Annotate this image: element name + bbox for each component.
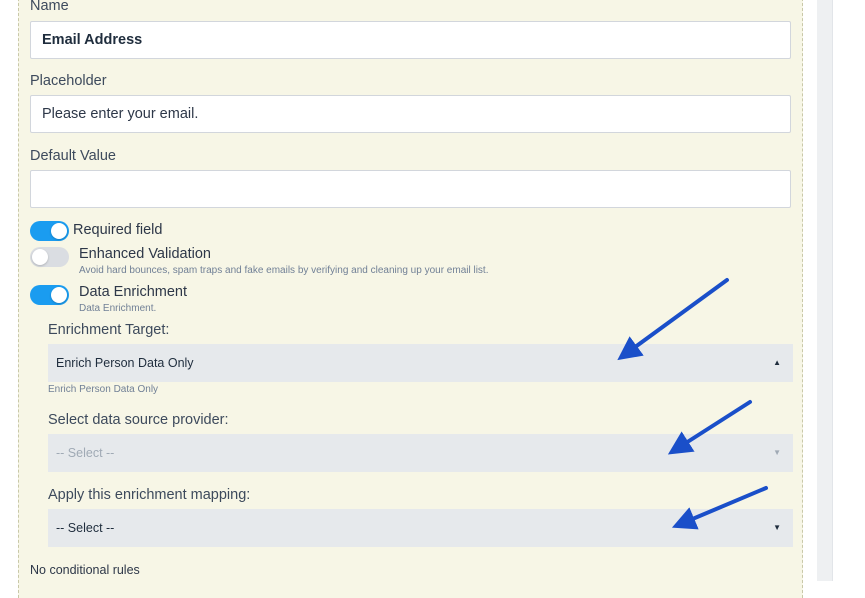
data-enrichment-label: Data Enrichment bbox=[79, 284, 187, 300]
placeholder-input[interactable] bbox=[30, 95, 791, 133]
data-enrichment-help: Data Enrichment. bbox=[79, 303, 157, 314]
enrichment-target-help: Enrich Person Data Only bbox=[48, 384, 159, 395]
enrichment-target-value: Enrich Person Data Only bbox=[56, 356, 194, 370]
enrichment-target-select[interactable]: Enrich Person Data Only ▲ bbox=[48, 344, 793, 382]
caret-down-icon: ▼ bbox=[773, 523, 781, 532]
provider-label: Select data source provider: bbox=[48, 412, 229, 428]
placeholder-label: Placeholder bbox=[30, 73, 107, 89]
enrichment-target-label: Enrichment Target: bbox=[48, 322, 170, 338]
data-enrichment-toggle[interactable] bbox=[30, 285, 69, 305]
enhanced-validation-toggle[interactable] bbox=[30, 247, 69, 267]
mapping-label: Apply this enrichment mapping: bbox=[48, 487, 251, 503]
provider-select[interactable]: -- Select -- ▼ bbox=[48, 434, 793, 472]
provider-value: -- Select -- bbox=[56, 446, 115, 460]
toggle-knob bbox=[51, 287, 67, 303]
caret-down-icon: ▼ bbox=[773, 448, 781, 457]
toggle-knob bbox=[51, 223, 67, 239]
default-value-label: Default Value bbox=[30, 148, 116, 164]
enhanced-validation-help: Avoid hard bounces, spam traps and fake … bbox=[79, 265, 489, 276]
toggle-knob bbox=[32, 249, 48, 265]
required-field-toggle[interactable] bbox=[30, 221, 69, 241]
name-label: Name bbox=[30, 0, 69, 14]
required-field-label: Required field bbox=[73, 222, 163, 238]
name-input[interactable] bbox=[30, 21, 791, 59]
mapping-value: -- Select -- bbox=[56, 521, 115, 535]
right-scroll-gutter bbox=[817, 0, 832, 581]
enhanced-validation-label: Enhanced Validation bbox=[79, 246, 211, 262]
left-gutter bbox=[0, 0, 5, 581]
caret-up-icon: ▲ bbox=[773, 358, 781, 367]
mapping-select[interactable]: -- Select -- ▼ bbox=[48, 509, 793, 547]
right-sidebar bbox=[832, 0, 865, 581]
conditional-rules-text: No conditional rules bbox=[30, 563, 140, 577]
default-value-input[interactable] bbox=[30, 170, 791, 208]
